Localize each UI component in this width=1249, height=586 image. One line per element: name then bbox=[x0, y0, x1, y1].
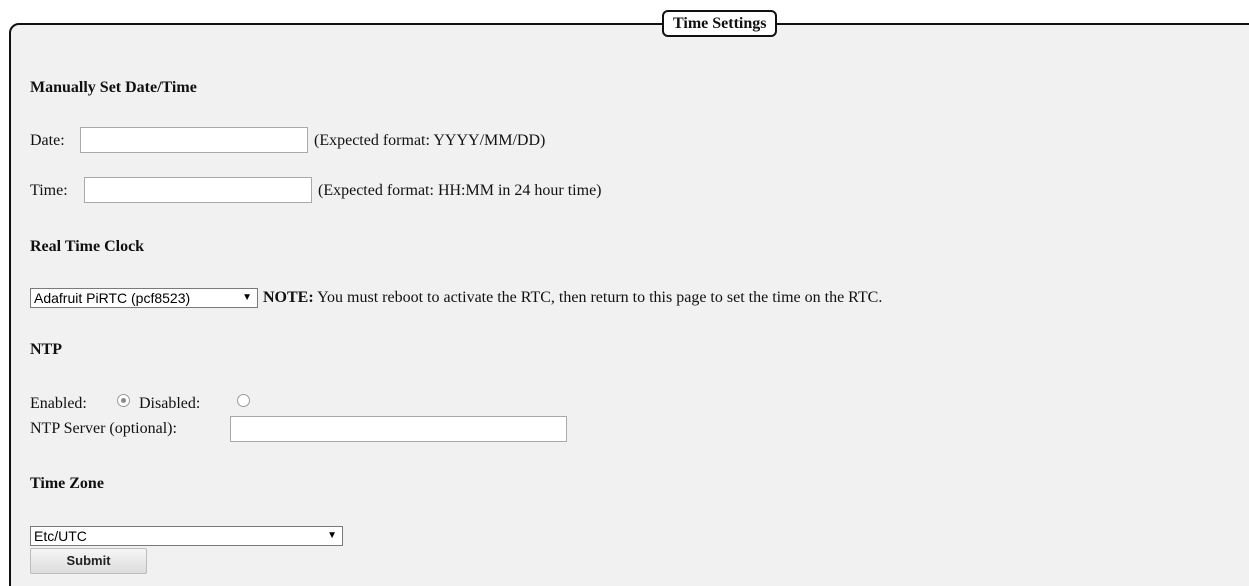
dropdown-arrow-icon: ▼ bbox=[242, 292, 252, 303]
fieldset-legend: Time Settings bbox=[662, 10, 778, 37]
date-label: Date: bbox=[30, 132, 65, 149]
time-format-hint: (Expected format: HH:MM in 24 hour time) bbox=[318, 182, 602, 199]
time-input[interactable] bbox=[84, 177, 312, 203]
rtc-select-value: Adafruit PiRTC (pcf8523) bbox=[34, 290, 191, 306]
time-label: Time: bbox=[30, 182, 68, 199]
ntp-server-label: NTP Server (optional): bbox=[30, 420, 177, 437]
ntp-enabled-label: Enabled: bbox=[30, 395, 87, 412]
rtc-note-label: NOTE: bbox=[263, 289, 314, 306]
ntp-heading: NTP bbox=[30, 341, 62, 358]
ntp-enabled-radio[interactable] bbox=[117, 394, 130, 407]
rtc-note-text: You must reboot to activate the RTC, the… bbox=[317, 289, 883, 306]
submit-button[interactable]: Submit bbox=[30, 548, 147, 574]
ntp-server-input[interactable] bbox=[230, 416, 567, 442]
rtc-note: NOTE: You must reboot to activate the RT… bbox=[263, 288, 882, 308]
date-format-hint: (Expected format: YYYY/MM/DD) bbox=[314, 132, 546, 149]
ntp-disabled-radio[interactable] bbox=[237, 394, 250, 407]
ntp-disabled-label: Disabled: bbox=[139, 395, 201, 412]
radio-selected-dot bbox=[121, 398, 126, 403]
dropdown-arrow-icon: ▼ bbox=[327, 530, 337, 541]
manual-datetime-heading: Manually Set Date/Time bbox=[30, 79, 197, 96]
timezone-select[interactable]: Etc/UTC ▼ bbox=[30, 526, 343, 546]
rtc-heading: Real Time Clock bbox=[30, 238, 145, 255]
timezone-heading: Time Zone bbox=[30, 475, 104, 492]
rtc-select[interactable]: Adafruit PiRTC (pcf8523) ▼ bbox=[30, 288, 258, 308]
date-input[interactable] bbox=[80, 127, 308, 153]
timezone-select-value: Etc/UTC bbox=[34, 528, 87, 544]
